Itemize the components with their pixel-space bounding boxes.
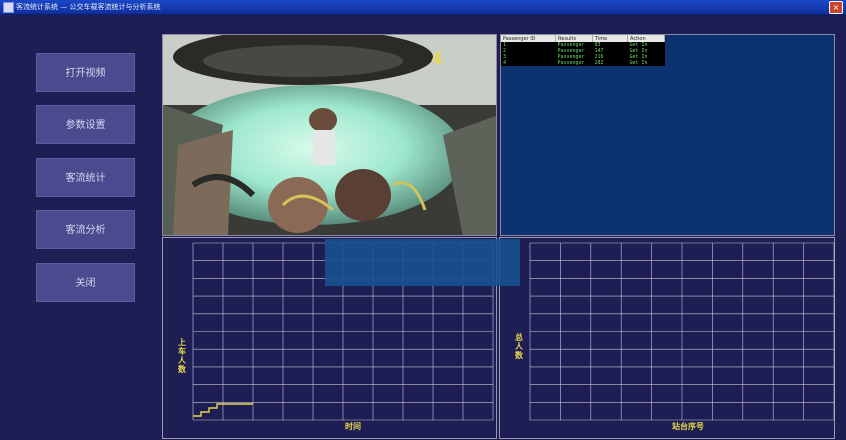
column-header[interactable]: Passenger ID [501,35,556,42]
table-cell: 282 [592,60,628,66]
table-row[interactable]: 4 Passenger 282 Get In [501,60,665,66]
boarding-chart-ylabel: 上车人数 [178,338,186,374]
main-frame: 打开视频 参数设置 客流统计 客流分析 关闭 4 Passenger ID Re… [0,15,846,439]
total-chart-xlabel: 站台序号 [672,422,704,431]
settings-button[interactable]: 参数设置 [36,105,135,144]
passenger-count-button[interactable]: 客流统计 [36,158,135,197]
title-bar: 客流统计系统 — 公交车载客流统计与分析系统 × [0,0,846,15]
column-header[interactable]: Results [555,35,593,42]
total-chart [529,242,835,421]
passenger-log-table: Passenger ID Results Time Action 1 Passe… [501,35,665,66]
exit-button[interactable]: 关闭 [36,263,135,302]
window-title: 客流统计系统 — 公交车载客流统计与分析系统 [16,3,161,11]
camera-image [163,35,496,235]
app-icon [3,2,14,13]
open-video-button[interactable]: 打开视频 [36,53,135,92]
camera-feed: 4 [162,34,497,236]
total-chart-ylabel: 总人数 [515,333,523,360]
total-chart-panel: 总人数 站台序号 [499,237,835,439]
table-cell: 4 [501,60,556,66]
close-window-button[interactable]: × [829,1,843,14]
column-header[interactable]: Action [627,35,665,42]
boarding-chart-xlabel: 时间 [345,422,361,431]
flow-analysis-button[interactable]: 客流分析 [36,210,135,249]
passenger-log-panel: Passenger ID Results Time Action 1 Passe… [500,34,835,236]
table-cell: Get In [627,60,665,66]
selection-overlay [325,239,520,286]
table-cell: Passenger [555,60,593,66]
camera-number: 4 [431,49,443,69]
column-header[interactable]: Time [592,35,628,42]
